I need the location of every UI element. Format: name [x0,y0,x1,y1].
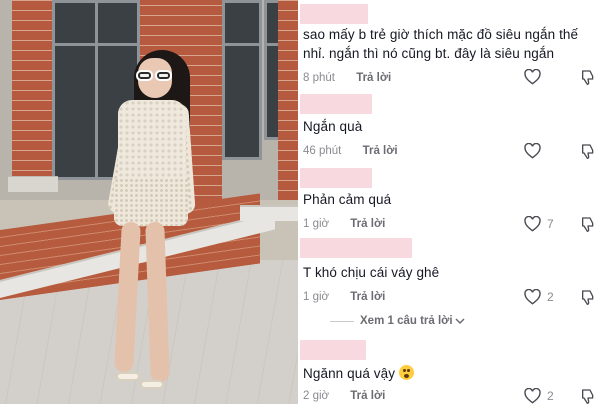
comment-time: 2 giờ [303,390,330,402]
reply-button[interactable]: Trả lời [350,390,385,402]
heart-icon [524,143,541,159]
heart-icon [524,69,541,85]
replies-line [330,320,354,322]
comment-meta: 1 giờ Trả lời [303,291,385,303]
username-blurred[interactable] [300,168,372,188]
comment-time: 1 giờ [303,291,330,303]
thumbs-down-icon [582,217,594,232]
heart-icon [524,216,541,232]
comment-text-line: nhỉ. ngắn thì nó cũng bt. đây là siêu ng… [303,46,555,61]
view-replies-label: Xem 1 câu trả lời [360,315,453,327]
like-button[interactable]: 2 [524,289,554,305]
heart-icon [524,289,541,305]
mini-skirt [114,178,188,226]
like-count: 2 [547,290,554,304]
comment-text: sao mấy b trẻ giờ thích mặc đồ siêu ngắn… [303,25,578,63]
curb [240,205,298,221]
like-count: 2 [547,389,554,403]
sandal [140,380,164,389]
comment-time: 8 phút [303,72,335,84]
comment-text-line: sao mấy b trẻ giờ thích mặc đồ siêu ngắn… [303,27,579,42]
dislike-button[interactable] [580,388,596,404]
comment-meta: 1 giờ Trả lời [303,218,385,230]
comment-text-line: Ngănn quá vậy [303,366,396,381]
brick-pillar [12,0,52,180]
username-blurred[interactable] [300,340,366,360]
reply-button[interactable]: Trả lời [350,291,385,303]
thumbs-down-icon [582,70,594,85]
dislike-button[interactable] [580,289,596,310]
brick-pillar [278,0,298,200]
comment-time: 1 giờ [303,218,330,230]
like-button[interactable]: 7 [524,216,554,232]
comment-text-line: T khó chịu cái váy ghê [303,265,440,280]
comment-text-line: Phản cảm quá [303,192,392,207]
fashion-photo [0,0,298,404]
username-blurred[interactable] [300,94,372,114]
reply-button[interactable]: Trả lời [363,145,398,157]
dislike-button[interactable] [580,216,596,237]
comment-meta: 2 giờ Trả lời [303,390,385,402]
chevron-down-icon [455,318,465,325]
thumbs-down-icon [582,144,594,159]
comments-panel[interactable]: sao mấy b trẻ giờ thích mặc đồ siêu ngắn… [300,0,600,404]
thumbs-down-icon [582,290,594,305]
window [222,0,262,160]
sandal [116,372,140,381]
pillar-base [8,176,58,192]
comment-text-line: Ngắn quà [303,119,363,134]
like-count: 7 [547,217,554,231]
thumbs-down-icon [582,389,594,404]
comment-text: Ngắn quà [303,117,362,136]
reply-button[interactable]: Trả lời [356,72,391,84]
comment-meta: 8 phút Trả lời [303,72,391,84]
comment-text: Phản cảm quá [303,190,391,209]
like-button[interactable] [524,69,547,85]
like-button[interactable] [524,143,547,159]
heart-icon [524,388,541,404]
like-button[interactable]: 2 [524,388,554,404]
comment-text: Ngănn quá vậy [303,364,415,383]
comment-text: T khó chịu cái váy ghê [303,263,439,282]
comment-meta: 46 phút Trả lời [303,145,398,157]
view-replies-button[interactable]: Xem 1 câu trả lời [330,315,465,327]
sunglasses [133,70,173,82]
reply-button[interactable]: Trả lời [350,218,385,230]
dislike-button[interactable] [580,143,596,164]
username-blurred[interactable] [300,238,412,258]
astonished-face-emoji [399,365,415,380]
dislike-button[interactable] [580,69,596,90]
username-blurred[interactable] [300,4,368,24]
comment-time: 46 phút [303,145,342,157]
